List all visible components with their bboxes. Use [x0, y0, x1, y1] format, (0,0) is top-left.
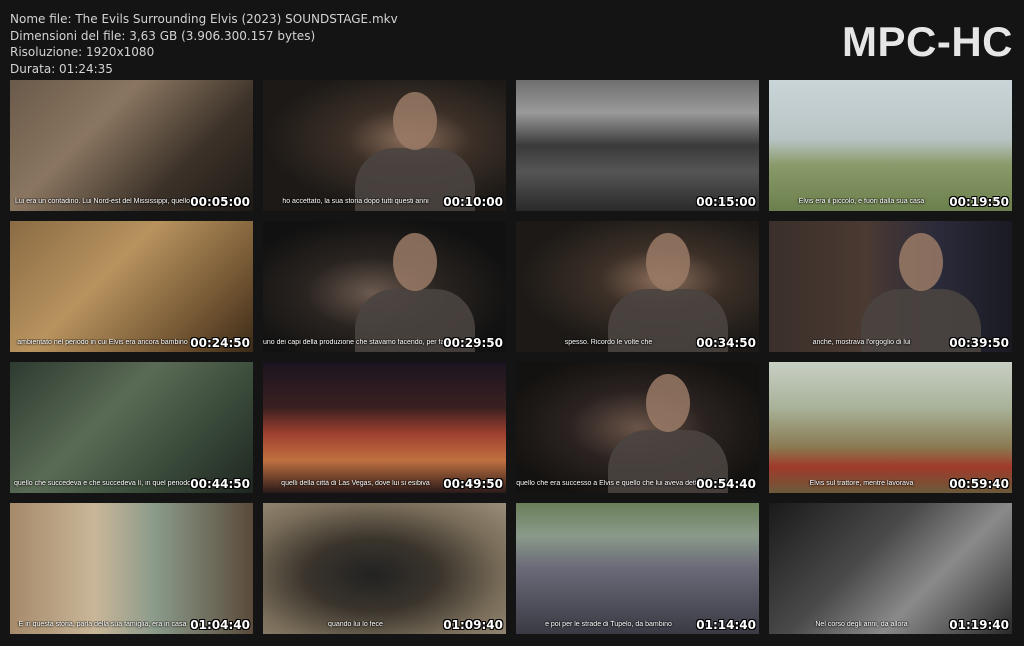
video-thumbnail: E in questa storia, parla della sua fami… [10, 503, 253, 634]
video-thumbnail: Elvis era il piccolo, e fuori dalla sua … [769, 80, 1012, 211]
file-name: Nome file: The Evils Surrounding Elvis (… [10, 12, 398, 26]
thumbnail-timestamp: 00:29:50 [443, 336, 503, 350]
thumbnail-timestamp: 00:24:50 [190, 336, 250, 350]
video-thumbnail: Nel corso degli anni, da allora 01:19:40 [769, 503, 1012, 634]
thumbnail-subtitle: quelli della città di Las Vegas, dove lu… [281, 480, 430, 487]
video-thumbnail: 00:15:00 [516, 80, 759, 211]
thumbnail-subtitle: Elvis sul trattore, mentre lavorava [809, 480, 914, 487]
thumbnail-timestamp: 01:19:40 [949, 618, 1009, 632]
thumbnail-timestamp: 01:09:40 [443, 618, 503, 632]
thumbnail-timestamp: 00:59:40 [949, 477, 1009, 491]
thumbnail-subtitle: ambientato nel periodo in cui Elvis era … [17, 339, 188, 346]
mpc-hc-logo: MPC-HC [842, 18, 1013, 65]
thumbnail-subtitle: ho accettato, la sua storia dopo tutti q… [282, 198, 429, 205]
thumbnail-timestamp: 00:34:50 [696, 336, 756, 350]
thumbnail-timestamp: 00:54:40 [696, 477, 756, 491]
person-silhouette [899, 233, 943, 291]
thumbnail-timestamp: 00:19:50 [949, 195, 1009, 209]
file-size: Dimensioni del file: 3,63 GB (3.906.300.… [10, 28, 316, 43]
video-thumbnail: Elvis sul trattore, mentre lavorava 00:59… [769, 362, 1012, 493]
video-thumbnail: anche, mostrava l'orgoglio di lui 00:39:5… [769, 221, 1012, 352]
thumbnail-subtitle: e poi per le strade di Tupelo, da bambin… [545, 621, 672, 628]
person-silhouette [646, 374, 690, 432]
thumbnail-subtitle: uno dei capi della produzione che stavam… [263, 339, 448, 346]
video-thumbnail: quando lui lo fece 01:09:40 [263, 503, 506, 634]
thumbnail-timestamp: 00:15:00 [696, 195, 756, 209]
thumbnail-subtitle: anche, mostrava l'orgoglio di lui [812, 339, 911, 346]
video-thumbnail: quelli della città di Las Vegas, dove lu… [263, 362, 506, 493]
thumbnail-timestamp: 01:04:40 [190, 618, 250, 632]
video-thumbnail: spesso. Ricordo le volte che 00:34:50 [516, 221, 759, 352]
video-thumbnail: ambientato nel periodo in cui Elvis era … [10, 221, 253, 352]
video-thumbnail: e poi per le strade di Tupelo, da bambin… [516, 503, 759, 634]
thumbnail-timestamp: 00:05:00 [190, 195, 250, 209]
thumbnail-subtitle: Elvis era il piccolo, e fuori dalla sua … [798, 198, 925, 205]
video-thumbnail: quello che era successo a Elvis e quello… [516, 362, 759, 493]
person-silhouette [393, 233, 437, 291]
thumbnail-subtitle: spesso. Ricordo le volte che [564, 339, 653, 346]
thumbnail-subtitle: quello che succedeva e che succedeva lì,… [13, 480, 192, 487]
thumbnail-subtitle: E in questa storia, parla della sua fami… [18, 621, 187, 628]
thumbnail-grid: Lui era un contadino. Lui Nord-est del M… [10, 80, 1012, 634]
person-silhouette [393, 92, 437, 150]
thumbnail-subtitle: quando lui lo fece [328, 621, 383, 628]
thumbnail-subtitle: Nel corso degli anni, da allora [815, 621, 908, 628]
video-thumbnail: uno dei capi della produzione che stavam… [263, 221, 506, 352]
video-thumbnail: quello che succedeva e che succedeva lì,… [10, 362, 253, 493]
thumbnail-timestamp: 00:10:00 [443, 195, 503, 209]
file-info-panel: Nome file: The Evils Surrounding Elvis (… [10, 11, 398, 77]
person-silhouette [646, 233, 690, 291]
file-duration: Durata: 01:24:35 [10, 61, 113, 76]
thumbnail-timestamp: 00:44:50 [190, 477, 250, 491]
thumbnail-subtitle: quello che era successo a Elvis e quello… [516, 480, 701, 487]
thumbnail-subtitle: Lui era un contadino. Lui Nord-est del M… [14, 198, 191, 205]
video-thumbnail: ho accettato, la sua storia dopo tutti q… [263, 80, 506, 211]
thumbnail-timestamp: 00:49:50 [443, 477, 503, 491]
file-resolution: Risoluzione: 1920x1080 [10, 45, 155, 60]
video-thumbnail: Lui era un contadino. Lui Nord-est del M… [10, 80, 253, 211]
thumbnail-timestamp: 01:14:40 [696, 618, 756, 632]
thumbnail-timestamp: 00:39:50 [949, 336, 1009, 350]
